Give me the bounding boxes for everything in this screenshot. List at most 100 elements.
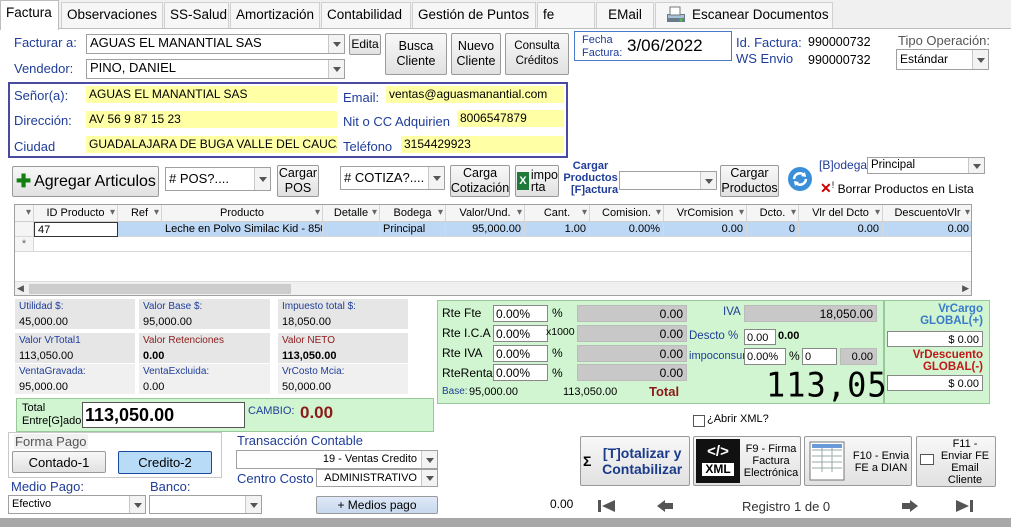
credito-button[interactable]: Credito-2 [118,451,212,474]
cargar-productos-factura-label[interactable]: Cargar Productos [F]actura [563,160,618,196]
cell-vrcomision[interactable]: 0.00 [664,222,747,237]
cell-vlr-dcto[interactable]: 0.00 [799,222,883,237]
f11-email-button[interactable]: F11 - Enviar FE Email Cliente [916,436,996,487]
cell-bodega[interactable]: Principal [380,222,446,237]
cell-valor-und[interactable]: 95,000.00 [446,222,525,237]
fecha-factura-field[interactable]: Fecha Factura: 3/06/2022 [574,31,732,61]
col-descuentovlr[interactable]: DescuentoVlr [883,205,971,222]
first-record-icon[interactable] [596,497,618,515]
tab-factura[interactable]: Factura [0,0,59,30]
senor-field[interactable]: AGUAS EL MANANTIAL SAS [86,86,337,103]
banco-combo[interactable] [149,495,262,514]
nuevo-cliente-button[interactable]: Nuevo Cliente [451,33,501,75]
agregar-articulos-button[interactable]: ✚ Agregar Articulos [12,166,159,197]
cargar-cotizacion-button[interactable]: Carga Cotización [450,165,510,197]
impoconsumo-pct[interactable]: 0.00% [744,348,786,365]
col-dcto[interactable]: Dcto. [747,205,799,222]
new-row[interactable] [34,237,971,252]
scrollbar-thumb[interactable] [29,284,291,294]
chevron-down-icon[interactable] [328,35,344,53]
cargo-field[interactable]: $ 0.00 [887,331,983,347]
borrar-productos-button[interactable]: ✕! Borrar Productos en Lista [820,180,974,197]
refresh-icon[interactable] [786,166,814,192]
col-vrcomision[interactable]: VrComision [664,205,747,222]
chevron-down-icon[interactable] [129,496,145,513]
tab-contabilidad[interactable]: Contabilidad [321,2,411,28]
cell-detalle[interactable] [323,222,380,237]
tab-amortizacion[interactable]: Amortización [230,2,320,28]
cell-ref[interactable] [118,222,162,237]
chevron-down-icon[interactable] [421,470,437,486]
previous-record-icon[interactable] [654,497,676,515]
tab-ss-salud[interactable]: SS-Salud [164,2,229,28]
chevron-down-icon[interactable] [972,50,988,69]
bodega-combo[interactable]: Principal [867,157,985,174]
consulta-creditos-button[interactable]: Consulta Créditos [505,33,569,75]
col-bodega[interactable]: Bodega [380,205,446,222]
transaccion-combo[interactable]: 19 - Ventas Credito [236,450,438,469]
direccion-field[interactable]: AV 56 9 87 15 23 [86,111,337,128]
products-grid[interactable]: ID Producto Ref Producto Detalle Bodega … [14,204,972,296]
chevron-down-icon[interactable] [328,60,344,78]
rte-iva-pct[interactable]: 0.00% [493,345,548,362]
productos-factura-combo[interactable] [619,171,717,190]
scroll-left-icon[interactable]: ◀ [17,283,24,294]
col-comision[interactable]: Comision. [590,205,664,222]
ciudad-field[interactable]: GUADALAJARA DE BUGA VALLE DEL CAUCA [86,136,337,153]
tab-escanear-documentos[interactable]: Escanear Documentos [655,2,833,28]
chevron-down-icon[interactable] [700,172,716,189]
email-field[interactable]: ventas@aguasmanantial.com [386,86,564,103]
cell-dcto[interactable]: 0 [747,222,799,237]
next-record-icon[interactable] [899,497,921,515]
totalizar-button[interactable]: Σ [T]otalizar y Contabilizar [580,436,690,486]
cotiza-combo[interactable]: # COTIZA?.... [340,166,445,190]
col-ref[interactable]: Ref [118,205,162,222]
chevron-down-icon[interactable] [245,496,261,513]
f9-firma-button[interactable]: </> XML F9 - Firma Factura Electrónica [693,436,801,486]
f10-envia-dian-button[interactable]: F10 - Envia FE a DIAN [804,436,912,486]
chevron-down-icon[interactable] [421,451,437,468]
facturar-a-combo[interactable]: AGUAS EL MANANTIAL SAS [86,34,345,54]
centro-costo-combo[interactable]: ADMINISTRATIVO [316,469,438,487]
col-valor-und[interactable]: Valor/Und. [446,205,525,222]
cell-producto[interactable]: Leche en Polvo Similac Kid - 850 [162,222,323,237]
pos-combo[interactable]: # POS?.... [165,167,271,191]
cell-id-producto[interactable]: 47 [34,222,118,237]
descto-field[interactable]: 0.00 [744,329,776,345]
vendedor-combo[interactable]: PINO, DANIEL [86,59,345,79]
col-vlr-dcto[interactable]: Vlr del Dcto [799,205,883,222]
col-producto[interactable]: Producto [162,205,323,222]
abrir-xml-checkbox[interactable] [693,415,705,427]
chevron-down-icon[interactable] [968,158,984,173]
cargar-productos-button[interactable]: Cargar Productos [720,165,779,197]
importa-button[interactable]: X impo rta [515,165,559,197]
telefono-field[interactable]: 3154429923 [401,136,564,153]
tab-observaciones[interactable]: Observaciones [61,2,163,28]
impoconsumo-field[interactable]: 0 [802,348,837,365]
total-entregado-field[interactable]: 113,050.00 [82,402,245,428]
horizontal-scrollbar[interactable]: ◀ ▶ [15,281,971,295]
rte-renta-pct[interactable]: 0.00% [493,364,548,381]
descuento-field[interactable]: $ 0.00 [887,375,983,391]
chevron-down-icon[interactable] [428,167,444,189]
medios-pago-button[interactable]: + Medios pago [316,496,438,514]
cargar-pos-button[interactable]: Cargar POS [277,165,319,197]
nit-field[interactable]: 8006547879 [457,110,564,127]
last-record-icon[interactable] [953,497,975,515]
rte-ica-pct[interactable]: 0.00% [493,325,548,342]
tipo-operacion-combo[interactable]: Estándar [896,49,989,70]
col-detalle[interactable]: Detalle [323,205,380,222]
contado-button[interactable]: Contado-1 [12,451,106,473]
tab-email[interactable]: EMail [596,2,654,28]
cell-cant[interactable]: 1.00 [525,222,590,237]
cell-comision[interactable]: 0.00% [590,222,664,237]
cell-descuentovlr[interactable]: 0.00 [883,222,971,237]
tab-gestion-puntos[interactable]: Gestión de Puntos [412,2,536,28]
busca-cliente-button[interactable]: Busca Cliente [385,33,447,75]
scroll-right-icon[interactable]: ▶ [962,283,969,294]
edita-button[interactable]: Edita [349,34,381,55]
col-id-producto[interactable]: ID Producto [34,205,118,222]
chevron-down-icon[interactable] [254,168,270,190]
medio-pago-combo[interactable]: Efectivo [8,495,146,514]
rte-fte-pct[interactable]: 0.00% [493,305,548,322]
